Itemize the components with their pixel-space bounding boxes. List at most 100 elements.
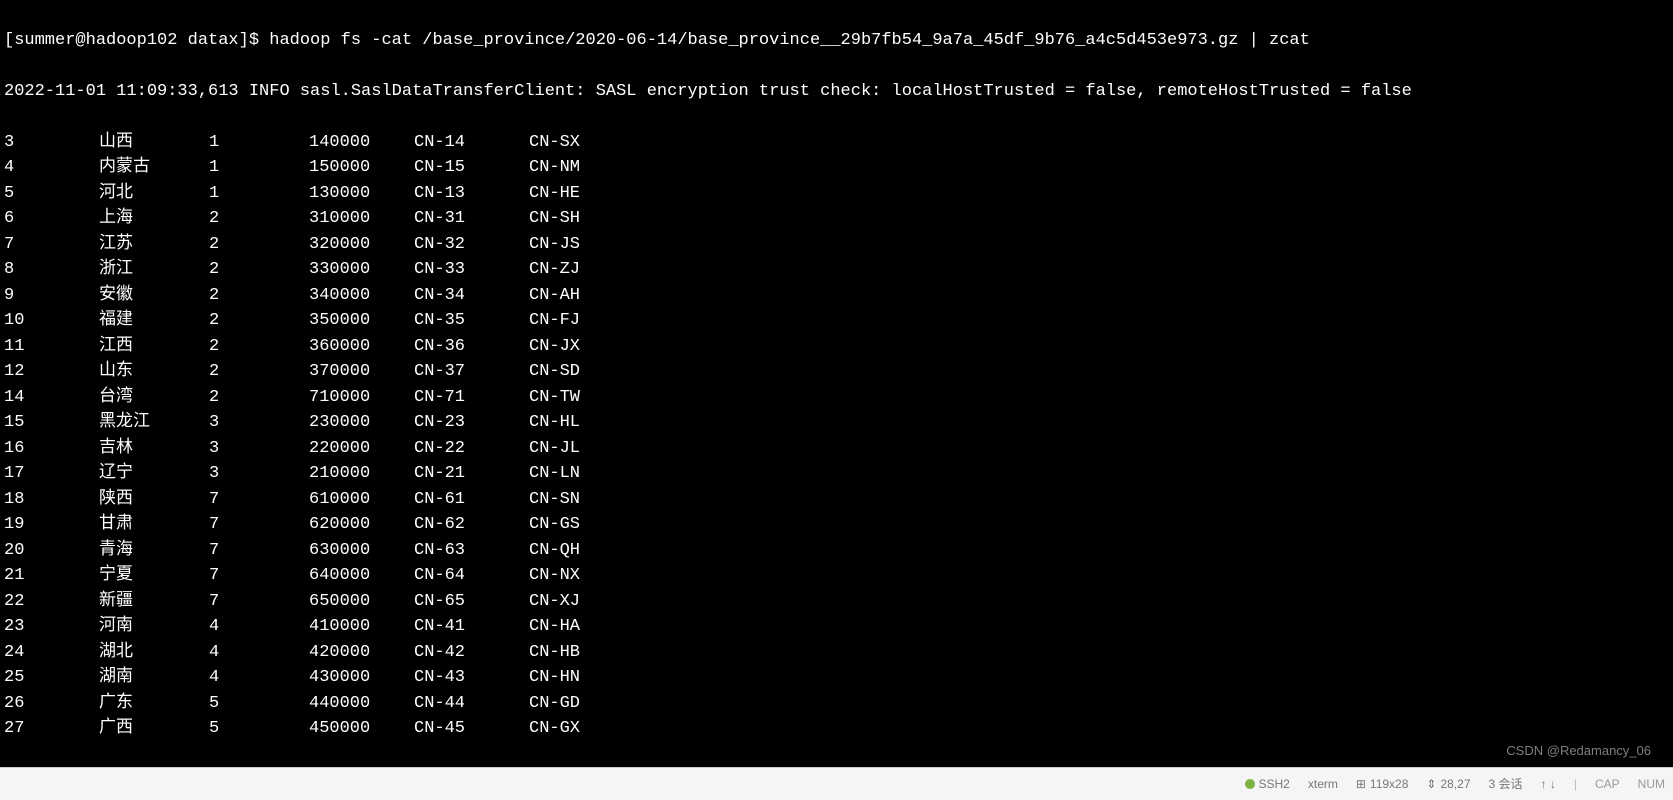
row-iso2: CN-NM — [529, 155, 580, 181]
row-iso2: CN-HL — [529, 410, 580, 436]
row-iso1: CN-41 — [414, 614, 529, 640]
caps-indicator: CAP — [1595, 775, 1620, 793]
row-iso2: CN-GS — [529, 512, 580, 538]
table-row: 16吉林3220000CN-22CN-JL — [4, 436, 1669, 462]
row-area: 360000 — [309, 334, 414, 360]
row-iso1: CN-43 — [414, 665, 529, 691]
row-region: 7 — [209, 487, 309, 513]
terminal-output[interactable]: [summer@hadoop102 datax]$ hadoop fs -cat… — [0, 0, 1673, 767]
table-row: 3山西1140000CN-14CN-SX — [4, 130, 1669, 156]
row-area: 440000 — [309, 691, 414, 717]
row-iso2: CN-AH — [529, 283, 580, 309]
size-value: 119x28 — [1370, 775, 1408, 793]
row-iso1: CN-65 — [414, 589, 529, 615]
row-iso2: CN-JS — [529, 232, 580, 258]
row-iso1: CN-33 — [414, 257, 529, 283]
row-region: 7 — [209, 563, 309, 589]
row-iso2: CN-HB — [529, 640, 580, 666]
row-area: 370000 — [309, 359, 414, 385]
table-row: 27广西5450000CN-45CN-GX — [4, 716, 1669, 742]
connection-dot-icon — [1245, 779, 1255, 789]
row-id: 8 — [4, 257, 99, 283]
command-line: [summer@hadoop102 datax]$ hadoop fs -cat… — [4, 28, 1669, 54]
table-row: 25湖南4430000CN-43CN-HN — [4, 665, 1669, 691]
table-row: 9安徽2340000CN-34CN-AH — [4, 283, 1669, 309]
table-row: 20青海7630000CN-63CN-QH — [4, 538, 1669, 564]
row-region: 7 — [209, 538, 309, 564]
row-name: 宁夏 — [99, 563, 209, 589]
row-iso2: CN-GD — [529, 691, 580, 717]
row-area: 130000 — [309, 181, 414, 207]
row-iso1: CN-22 — [414, 436, 529, 462]
row-region: 5 — [209, 691, 309, 717]
row-name: 上海 — [99, 206, 209, 232]
term-type: xterm — [1308, 775, 1338, 793]
row-iso2: CN-XJ — [529, 589, 580, 615]
row-region: 4 — [209, 640, 309, 666]
row-id: 14 — [4, 385, 99, 411]
row-area: 630000 — [309, 538, 414, 564]
cursor-icon: ⇕ — [1426, 775, 1436, 793]
row-name: 湖北 — [99, 640, 209, 666]
row-name: 新疆 — [99, 589, 209, 615]
row-iso1: CN-34 — [414, 283, 529, 309]
row-iso2: CN-QH — [529, 538, 580, 564]
ssh-status: SSH2 — [1245, 775, 1290, 793]
cursor-value: 28,27 — [1440, 775, 1470, 793]
row-id: 24 — [4, 640, 99, 666]
row-area: 330000 — [309, 257, 414, 283]
row-iso1: CN-37 — [414, 359, 529, 385]
row-iso1: CN-42 — [414, 640, 529, 666]
table-row: 11江西2360000CN-36CN-JX — [4, 334, 1669, 360]
row-area: 210000 — [309, 461, 414, 487]
row-iso2: CN-JL — [529, 436, 580, 462]
row-area: 320000 — [309, 232, 414, 258]
table-row: 15黑龙江3230000CN-23CN-HL — [4, 410, 1669, 436]
row-iso1: CN-62 — [414, 512, 529, 538]
row-id: 27 — [4, 716, 99, 742]
row-area: 610000 — [309, 487, 414, 513]
row-name: 广东 — [99, 691, 209, 717]
row-iso2: CN-HN — [529, 665, 580, 691]
row-region: 1 — [209, 155, 309, 181]
row-iso1: CN-64 — [414, 563, 529, 589]
row-id: 18 — [4, 487, 99, 513]
row-id: 11 — [4, 334, 99, 360]
row-area: 340000 — [309, 283, 414, 309]
row-id: 10 — [4, 308, 99, 334]
sessions-label: 3 会话 — [1489, 775, 1523, 793]
row-iso2: CN-SN — [529, 487, 580, 513]
row-id: 17 — [4, 461, 99, 487]
row-name: 江西 — [99, 334, 209, 360]
row-iso2: CN-ZJ — [529, 257, 580, 283]
row-region: 2 — [209, 283, 309, 309]
row-region: 2 — [209, 232, 309, 258]
table-row: 4内蒙古1150000CN-15CN-NM — [4, 155, 1669, 181]
row-name: 辽宁 — [99, 461, 209, 487]
row-iso1: CN-63 — [414, 538, 529, 564]
row-iso2: CN-SD — [529, 359, 580, 385]
row-iso1: CN-23 — [414, 410, 529, 436]
row-area: 150000 — [309, 155, 414, 181]
table-row: 23河南4410000CN-41CN-HA — [4, 614, 1669, 640]
cursor-position: ⇕ 28,27 — [1426, 775, 1470, 793]
row-iso1: CN-21 — [414, 461, 529, 487]
row-region: 7 — [209, 512, 309, 538]
row-name: 山西 — [99, 130, 209, 156]
row-name: 台湾 — [99, 385, 209, 411]
num-indicator: NUM — [1638, 775, 1665, 793]
table-row: 18陕西7610000CN-61CN-SN — [4, 487, 1669, 513]
row-area: 650000 — [309, 589, 414, 615]
table-row: 21宁夏7640000CN-64CN-NX — [4, 563, 1669, 589]
row-iso1: CN-36 — [414, 334, 529, 360]
table-row: 8浙江2330000CN-33CN-ZJ — [4, 257, 1669, 283]
row-area: 230000 — [309, 410, 414, 436]
row-iso2: CN-HE — [529, 181, 580, 207]
row-iso2: CN-LN — [529, 461, 580, 487]
row-area: 220000 — [309, 436, 414, 462]
row-region: 4 — [209, 665, 309, 691]
row-name: 安徽 — [99, 283, 209, 309]
row-iso2: CN-GX — [529, 716, 580, 742]
row-id: 26 — [4, 691, 99, 717]
row-name: 湖南 — [99, 665, 209, 691]
